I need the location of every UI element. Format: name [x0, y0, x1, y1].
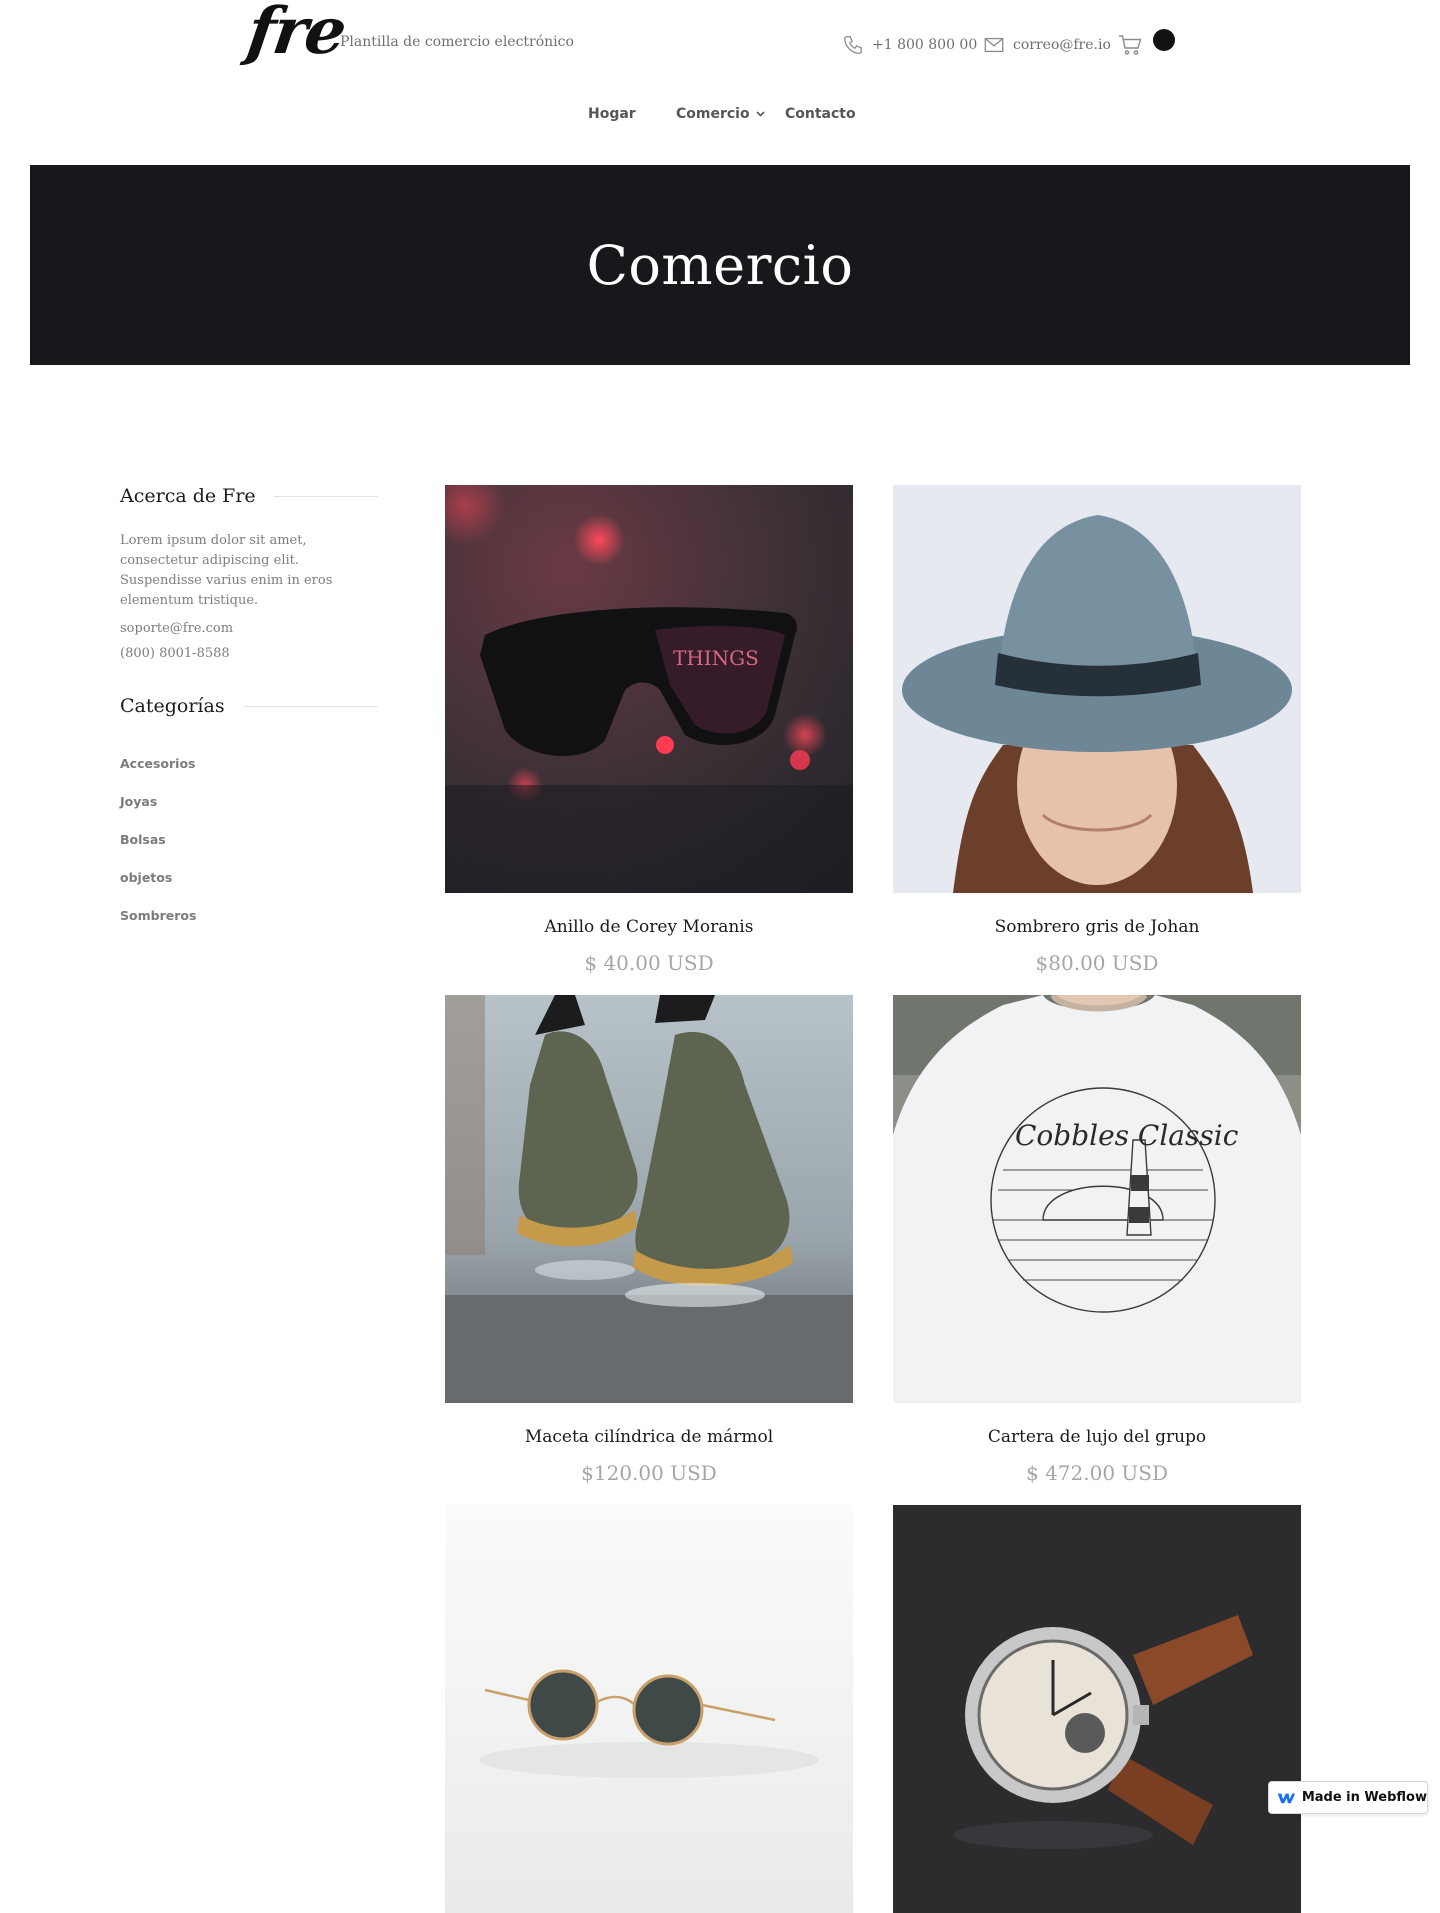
tshirt-photo: Cobbles Classic [893, 995, 1301, 1403]
svg-text:THINGS: THINGS [673, 646, 759, 670]
shop-sidebar: Acerca de Fre Lorem ipsum dolor sit amet… [120, 485, 378, 935]
product-price: $ 472.00 USD [1025, 1461, 1168, 1485]
product-name[interactable]: Anillo de Corey Moranis [445, 917, 853, 937]
about-heading-text: Acerca de Fre [120, 485, 256, 507]
categories-heading: Categorías [120, 695, 378, 717]
grey-hat-photo [893, 485, 1301, 893]
category-link-sombreros[interactable]: Sombreros [120, 897, 378, 935]
header-email-text: correo@fre.io [1013, 37, 1111, 53]
product-price: $120.00 USD [581, 1461, 717, 1485]
about-heading: Acerca de Fre [120, 485, 378, 507]
cart-count-badge[interactable] [1153, 29, 1175, 51]
product-price: $80.00 USD [1035, 951, 1159, 975]
phone-icon [844, 36, 862, 54]
brand-tagline: Plantilla de comercio electrónico [340, 34, 574, 50]
categories-heading-text: Categorías [120, 695, 225, 717]
nav-link-contact-label: Contacto [785, 106, 856, 122]
product-image-sneakers[interactable] [445, 995, 853, 1403]
product-image-round-sunglasses[interactable] [445, 1505, 853, 1913]
sunglasses-photo: THINGS [445, 485, 853, 893]
product-name[interactable]: Sombrero gris de Johan [893, 917, 1301, 937]
page-title: Comercio [586, 233, 854, 297]
round-sunglasses-photo [445, 1505, 853, 1913]
webflow-logo-icon [1277, 1793, 1296, 1803]
made-in-webflow-badge[interactable]: Made in Webflow [1268, 1781, 1428, 1814]
about-description: Lorem ipsum dolor sit amet, consectetur … [120, 533, 333, 608]
product-price: $ 40.00 USD [584, 951, 714, 975]
category-link-bolsas[interactable]: Bolsas [120, 821, 378, 859]
site-header: fre Plantilla de comercio electrónico +1… [0, 0, 1440, 90]
nav-link-shop[interactable]: Comercio [676, 106, 765, 122]
category-link-objetos[interactable]: objetos [120, 859, 378, 897]
nav-link-home-label: Hogar [588, 106, 636, 122]
category-list: Accesorios Joyas Bolsas objetos Sombrero… [120, 745, 378, 935]
product-card[interactable] [445, 1505, 853, 1913]
chevron-down-icon [756, 111, 765, 117]
brand-logo[interactable]: fre [243, 0, 350, 69]
svg-text:Cobbles Classic: Cobbles Classic [1015, 1119, 1239, 1152]
category-link-accesorios[interactable]: Accesorios [120, 745, 378, 783]
nav-link-shop-label: Comercio [676, 106, 750, 122]
product-image-sunglasses[interactable]: THINGS [445, 485, 853, 893]
product-card[interactable]: THINGS Anillo de Corey Moranis $ 40.00 U… [445, 485, 853, 975]
category-link-joyas[interactable]: Joyas [120, 783, 378, 821]
nav-link-home[interactable]: Hogar [588, 106, 636, 122]
product-card[interactable] [893, 1505, 1301, 1913]
heading-divider [273, 495, 378, 497]
product-image-watch[interactable] [893, 1505, 1301, 1913]
header-phone[interactable]: +1 800 800 00 [842, 34, 977, 56]
product-image-tshirt[interactable]: Cobbles Classic [893, 995, 1301, 1403]
product-name[interactable]: Cartera de lujo del grupo [893, 1427, 1301, 1447]
page-hero: Comercio [30, 165, 1410, 365]
product-card[interactable]: Sombrero gris de Johan $80.00 USD [893, 485, 1301, 975]
mail-icon [984, 37, 1004, 53]
main-navigation: Hogar Comercio Contacto [0, 106, 1440, 130]
header-email[interactable]: correo@fre.io [983, 34, 1111, 56]
product-card[interactable]: Maceta cilíndrica de mármol $120.00 USD [445, 995, 853, 1485]
sneakers-photo [445, 995, 853, 1403]
product-image-hat[interactable] [893, 485, 1301, 893]
badge-label: Made in Webflow [1301, 1790, 1427, 1805]
cart-icon[interactable] [1118, 34, 1142, 56]
nav-link-contact[interactable]: Contacto [785, 106, 856, 122]
support-phone[interactable]: (800) 8001-8588 [120, 646, 378, 661]
heading-divider [242, 705, 378, 707]
header-phone-text: +1 800 800 00 [872, 37, 978, 53]
product-card[interactable]: Cobbles Classic Cartera de lujo del grup… [893, 995, 1301, 1485]
support-email[interactable]: soporte@fre.com [120, 621, 378, 636]
wristwatch-photo [893, 1505, 1301, 1913]
product-name[interactable]: Maceta cilíndrica de mármol [445, 1427, 853, 1447]
